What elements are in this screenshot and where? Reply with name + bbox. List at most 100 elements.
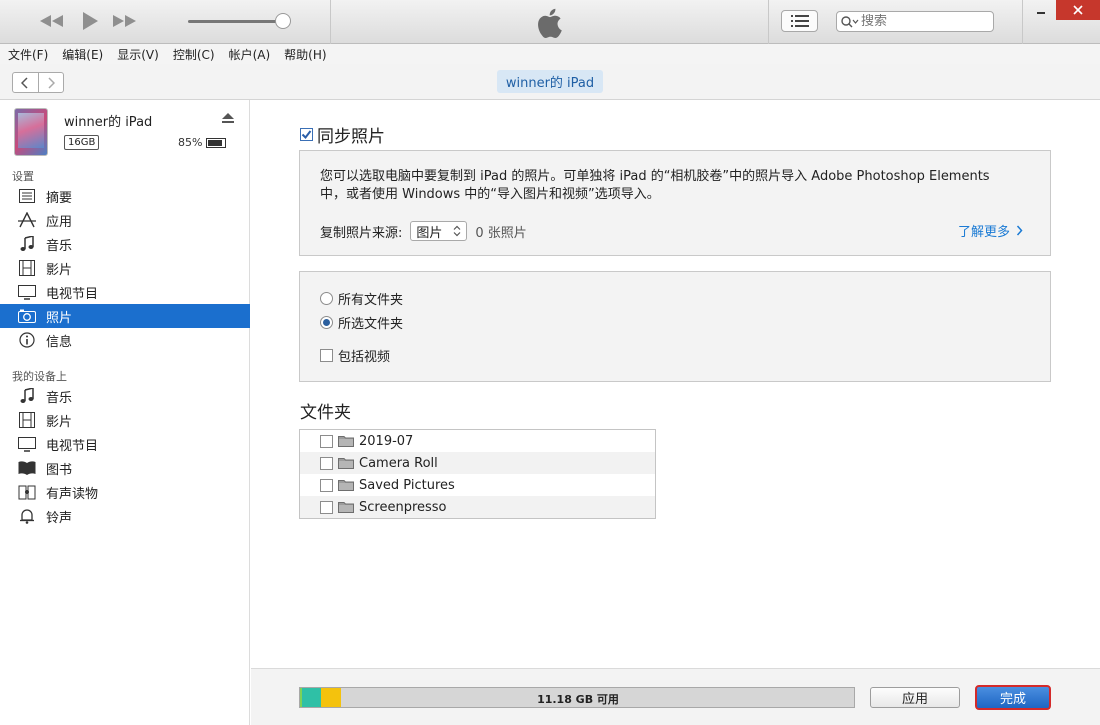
minimize-icon[interactable] [1026,0,1056,20]
sidebar-item-label: 摘要 [46,190,73,206]
folder-checkbox[interactable] [320,434,333,448]
film-icon [18,411,36,429]
back-button[interactable] [13,73,39,92]
volume-slider-knob[interactable] [275,13,291,29]
sidebar-item-label: 音乐 [46,238,73,254]
folder-list: 2019-07 Camera Roll Saved Pictures Scree… [299,429,656,519]
film-icon [18,259,36,277]
sidebar-item-label: 电视节目 [46,438,99,454]
photos-sync-pane: 同步照片 您可以选取电脑中要复制到 iPad 的照片。可单独将 iPad 的“相… [251,100,1100,668]
include-videos-option[interactable]: 包括视频 [320,346,390,365]
apps-icon [18,211,36,229]
settings-section-label: 设置 [12,170,34,183]
device-button[interactable]: winner的 iPad [497,70,603,93]
on-device-section-label: 我的设备上 [12,370,67,383]
menu-file[interactable]: 文件(F) [8,46,48,63]
apply-button[interactable]: 应用 [870,687,960,708]
sidebar-item-device-books[interactable]: 图书 [0,456,250,480]
player-toolbar [0,0,1100,44]
menu-account[interactable]: 帐户(A) [229,46,271,63]
capacity-badge: 16GB [64,135,100,150]
folder-row[interactable]: Camera Roll [300,452,655,474]
selected-folders-option[interactable]: 所选文件夹 [320,313,403,332]
folder-checkbox[interactable] [320,500,333,514]
previous-track-icon[interactable] [36,10,66,32]
sync-photos-checkbox[interactable] [300,128,313,141]
forward-button[interactable] [39,73,64,92]
eject-icon[interactable] [222,112,234,127]
chevron-left-icon [21,76,28,89]
summary-icon [18,187,36,205]
sidebar-item-label: 电视节目 [46,286,99,302]
volume-slider[interactable] [188,20,286,23]
sidebar-item-music[interactable]: 音乐 [0,232,250,256]
close-icon[interactable] [1056,0,1100,20]
menu-bar: 文件(F) 编辑(E) 显示(V) 控制(C) 帐户(A) 帮助(H) [0,44,1100,64]
sidebar-item-info[interactable]: 信息 [0,328,250,352]
search-input[interactable] [861,14,971,29]
menu-edit[interactable]: 编辑(E) [62,46,103,63]
source-select[interactable]: 图片 [410,221,468,241]
search-box[interactable] [836,11,994,32]
sidebar-item-device-music[interactable]: 音乐 [0,384,250,408]
next-track-icon[interactable] [110,10,140,32]
list-view-button[interactable] [781,10,818,32]
all-folders-option[interactable]: 所有文件夹 [320,289,403,308]
selected-folders-radio[interactable] [320,316,333,329]
chevron-right-icon [48,76,55,89]
toolbar-divider [768,0,769,44]
battery-percent: 85% [178,136,203,149]
info-icon [18,331,36,349]
folders-heading: 文件夹 [300,403,351,423]
audiobook-icon [18,483,36,501]
sidebar-item-label: 影片 [46,414,73,430]
list-icon [790,15,809,27]
folder-row[interactable]: Screenpresso [300,496,655,518]
sidebar-item-apps[interactable]: 应用 [0,208,250,232]
folder-row[interactable]: 2019-07 [300,430,655,452]
updown-chevron-icon [453,225,461,237]
menu-view[interactable]: 显示(V) [117,46,159,63]
music-icon [18,387,36,405]
sidebar-item-photos[interactable]: 照片 [0,304,250,328]
storage-bar: 11.18 GB 可用 [299,687,855,708]
done-button[interactable]: 完成 [975,685,1051,710]
menu-controls[interactable]: 控制(C) [173,46,215,63]
sidebar-item-device-movies[interactable]: 影片 [0,408,250,432]
battery-status: 85% [178,136,227,149]
learn-more-label: 了解更多 [958,225,1011,240]
sidebar-item-label: 有声读物 [46,486,99,502]
folder-icon [338,436,354,447]
folder-checkbox[interactable] [320,456,333,470]
sidebar-item-device-audiobooks[interactable]: 有声读物 [0,480,250,504]
apple-logo-icon [536,8,562,42]
book-icon [18,459,36,477]
folder-name: Camera Roll [359,455,438,471]
sidebar-item-label: 照片 [46,310,73,326]
sync-photos-header: 同步照片 [300,122,385,147]
folder-options-panel: 所有文件夹 所选文件夹 包括视频 [299,271,1051,382]
source-select-value: 图片 [416,225,443,241]
toolbar-divider [330,0,331,44]
toolbar-divider [1022,0,1023,44]
folder-name: Saved Pictures [359,477,455,493]
sidebar-item-summary[interactable]: 摘要 [0,184,250,208]
folder-name: Screenpresso [359,499,447,515]
music-icon [18,235,36,253]
description-line: 您可以选取电脑中要复制到 iPad 的照片。可单独将 iPad 的“相机胶卷”中… [320,169,990,184]
photo-count: 0 张照片 [475,225,527,241]
source-label: 复制照片来源: [320,225,403,241]
learn-more-link[interactable]: 了解更多 [958,221,1023,240]
folder-row[interactable]: Saved Pictures [300,474,655,496]
sidebar-item-tv[interactable]: 电视节目 [0,280,250,304]
all-folders-radio[interactable] [320,292,333,305]
menu-help[interactable]: 帮助(H) [284,46,326,63]
sidebar-item-device-ringtones[interactable]: 铃声 [0,504,250,528]
include-videos-checkbox[interactable] [320,349,333,362]
folder-checkbox[interactable] [320,478,333,492]
option-label: 所有文件夹 [338,293,404,308]
play-icon[interactable] [74,10,104,32]
sidebar-item-movies[interactable]: 影片 [0,256,250,280]
sidebar-item-device-tv[interactable]: 电视节目 [0,432,250,456]
history-buttons [12,72,64,93]
